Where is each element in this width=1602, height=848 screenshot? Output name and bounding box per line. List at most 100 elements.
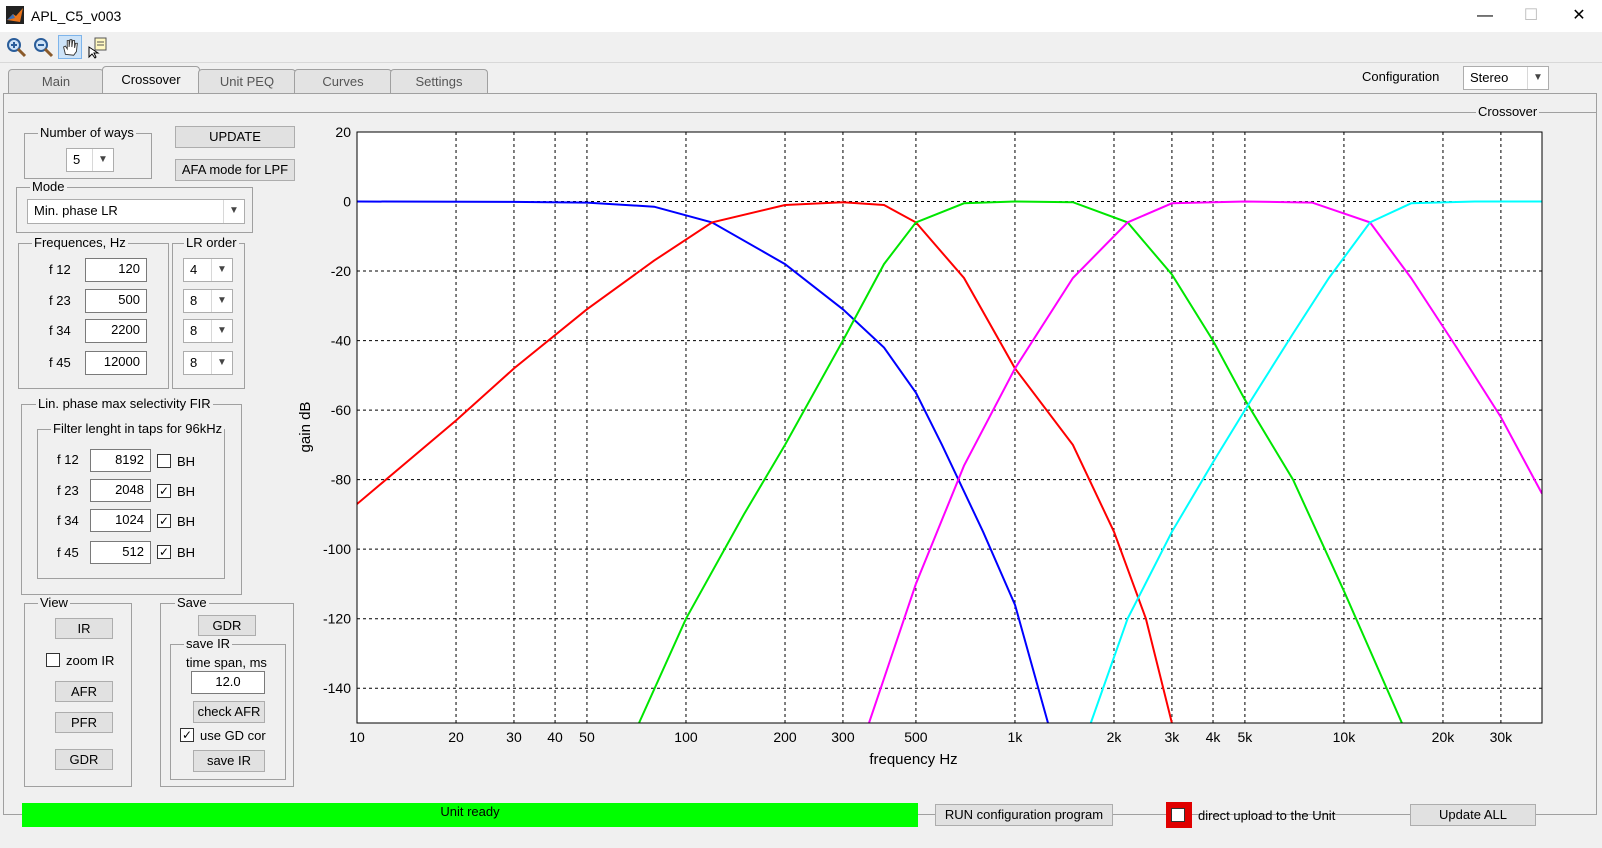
y-axis-label: gain dB [297,402,314,453]
use-gd-cor-checkbox[interactable]: ✓ [180,728,194,742]
freq-f23-input[interactable]: 500 [85,289,147,313]
freq-f12-label: f 12 [49,262,71,277]
check-afr-button[interactable]: check AFR [193,701,265,723]
fir-f45-label: f 45 [57,545,79,560]
x-tick-label: 2k [1107,729,1123,745]
order-f34-select[interactable]: 8 ▼ [183,319,233,343]
fir-f34-input[interactable]: 1024 [90,509,151,532]
mode-select[interactable]: Min. phase LR ▼ [27,199,245,224]
fir-f34-label: f 34 [57,513,79,528]
chevron-down-icon: ▼ [92,149,113,171]
y-tick-label: -20 [331,263,351,279]
tab-settings[interactable]: Settings [390,69,488,93]
ways-label: Number of ways [38,125,136,140]
bh-f34-label: BH [177,514,196,529]
matlab-logo-icon [6,6,24,24]
y-tick-label: -120 [323,611,351,627]
view-pfr-button[interactable]: PFR [55,712,113,733]
configuration-select[interactable]: Stereo ▼ [1463,66,1549,90]
x-tick-label: 10k [1333,729,1357,745]
order-f12-select[interactable]: 4 ▼ [183,258,233,282]
x-tick-label: 40 [547,729,563,745]
fir-f23-label: f 23 [57,483,79,498]
zoom-ir-label: zoom IR [66,653,115,668]
lr-order-label: LR order [184,235,239,250]
mode-value: Min. phase LR [34,203,118,218]
tab-unit-peq[interactable]: Unit PEQ [198,69,296,93]
update-button[interactable]: UPDATE [175,126,295,148]
bh-f12-checkbox[interactable] [157,454,171,468]
freq-f23-label: f 23 [49,293,71,308]
window-title: APL_C5_v003 [31,8,122,24]
zoom-ir-checkbox[interactable] [46,653,60,667]
freq-f34-label: f 34 [49,323,71,338]
order-f23-select[interactable]: 8 ▼ [183,289,233,313]
bh-f45-checkbox[interactable]: ✓ [157,545,171,559]
afa-mode-button[interactable]: AFA mode for LPF [175,159,295,181]
view-gdr-button[interactable]: GDR [55,749,113,770]
view-label: View [38,595,70,610]
chevron-down-icon: ▼ [211,352,232,374]
x-tick-label: 20k [1432,729,1456,745]
freq-f45-input[interactable]: 12000 [85,351,147,375]
y-tick-label: -80 [331,472,351,488]
order-f34-value: 8 [190,323,198,338]
time-span-label: time span, ms [186,655,267,670]
frequencies-label: Frequences, Hz [32,235,128,250]
configuration-label: Configuration [1362,69,1440,84]
save-gdr-button[interactable]: GDR [198,615,256,636]
x-tick-label: 50 [579,729,595,745]
run-configuration-button[interactable]: RUN configuration program [935,804,1113,826]
save-ir-button[interactable]: save IR [193,750,265,772]
bh-f34-checkbox[interactable]: ✓ [157,514,171,528]
zoom-out-icon[interactable] [31,35,55,59]
crossover-chart[interactable]: 10 20 30 40 50 100 200 300 500 1k 2k 3k 4k 5k 10k 20k 30… [290,115,1560,775]
x-tick-label: 1k [1008,729,1024,745]
mode-label: Mode [30,179,67,194]
x-tick-label: 500 [904,729,928,745]
close-button[interactable]: ✕ [1556,0,1602,32]
time-span-input[interactable]: 12.0 [191,671,265,694]
tab-main[interactable]: Main [8,69,104,93]
direct-upload-checkbox[interactable] [1171,808,1185,822]
bh-f12-label: BH [177,454,196,469]
order-f45-value: 8 [190,355,198,370]
x-axis-label: frequency Hz [869,751,957,768]
freq-f12-input[interactable]: 120 [85,258,147,282]
x-tick-label: 10 [349,729,365,745]
chevron-down-icon: ▼ [223,200,244,223]
zoom-in-icon[interactable] [4,35,28,59]
fir-f23-input[interactable]: 2048 [90,479,151,502]
y-tick-label: -100 [323,541,351,557]
chevron-down-icon: ▼ [1527,67,1548,89]
order-f45-select[interactable]: 8 ▼ [183,351,233,375]
panel-frame-line [8,112,1596,113]
x-tick-label: 200 [773,729,797,745]
x-tick-label: 5k [1238,729,1254,745]
x-tick-label: 30k [1490,729,1514,745]
title-bar [0,0,1602,32]
fir-f12-input[interactable]: 8192 [90,449,151,472]
bh-f23-label: BH [177,484,196,499]
x-tick-label: 20 [448,729,464,745]
view-afr-button[interactable]: AFR [55,681,113,702]
status-bar: Unit ready [22,803,918,827]
update-all-button[interactable]: Update ALL [1410,804,1536,826]
view-ir-button[interactable]: IR [55,618,113,639]
ways-select[interactable]: 5 ▼ [66,148,114,172]
pan-hand-icon[interactable] [58,35,82,59]
tab-crossover[interactable]: Crossover [102,66,200,94]
bh-f45-label: BH [177,545,196,560]
x-tick-label: 100 [674,729,698,745]
x-tick-label: 4k [1206,729,1222,745]
bh-f23-checkbox[interactable]: ✓ [157,484,171,498]
tab-curves[interactable]: Curves [294,69,392,93]
data-cursor-icon[interactable] [86,35,110,59]
y-tick-label: -40 [331,333,351,349]
save-label: Save [175,595,209,610]
minimize-button[interactable]: — [1462,0,1508,32]
y-tick-label: 0 [343,194,351,210]
freq-f34-input[interactable]: 2200 [85,319,147,343]
maximize-button[interactable]: ☐ [1508,0,1554,32]
fir-f45-input[interactable]: 512 [90,541,151,564]
